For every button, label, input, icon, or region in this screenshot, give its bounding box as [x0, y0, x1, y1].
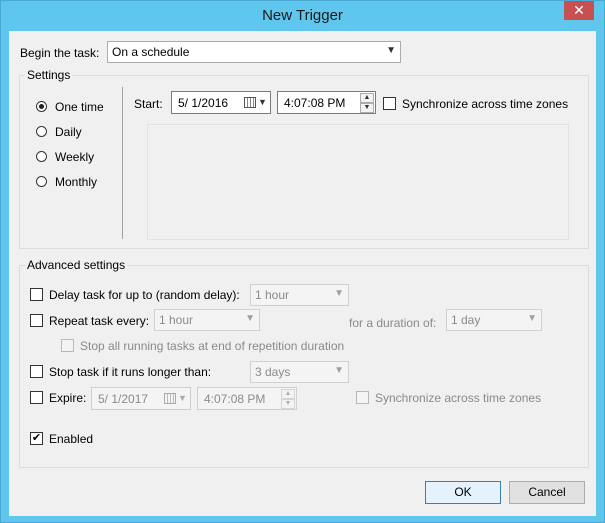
radio-monthly[interactable]: [36, 176, 47, 187]
check-icon: ✔: [31, 432, 42, 444]
delay-task-checkbox[interactable]: [30, 288, 43, 301]
chevron-down-icon: ▼: [258, 97, 267, 107]
stop-long-value: 3 days: [255, 365, 291, 379]
start-label: Start:: [134, 97, 163, 111]
expire-sync-checkbox[interactable]: [356, 391, 369, 404]
stop-long-task-label: Stop task if it runs longer than:: [49, 365, 212, 379]
expire-date-value: 5/ 1/2017: [98, 392, 149, 406]
radio-one-time[interactable]: [36, 101, 47, 112]
stop-long-task-checkbox[interactable]: [30, 365, 43, 378]
expire-checkbox[interactable]: [30, 391, 43, 404]
enabled-label: Enabled: [49, 432, 94, 446]
cancel-button[interactable]: Cancel: [509, 481, 585, 504]
calendar-icon[interactable]: [244, 97, 256, 108]
radio-monthly-label: Monthly: [55, 175, 98, 189]
ok-button[interactable]: OK: [425, 481, 501, 504]
close-button[interactable]: ✕: [564, 1, 594, 20]
window-title: New Trigger: [262, 7, 343, 24]
delay-value: 1 hour: [255, 288, 290, 302]
start-date-value: 5/ 1/2016: [178, 96, 229, 110]
radio-daily[interactable]: [36, 126, 47, 137]
stop-all-tasks-label: Stop all running tasks at end of repetit…: [80, 339, 345, 353]
chevron-down-icon: ▼: [178, 393, 187, 403]
chevron-down-icon: ▼: [386, 45, 396, 56]
begin-task-value: On a schedule: [112, 45, 190, 59]
expire-date-picker[interactable]: 5/ 1/2017 ▼: [91, 387, 191, 410]
repeat-task-label: Repeat task every:: [49, 314, 150, 328]
delay-select[interactable]: 1 hour ▼: [250, 284, 349, 306]
title-bar[interactable]: New Trigger ✕: [1, 1, 604, 31]
radio-weekly[interactable]: [36, 151, 47, 162]
begin-task-label: Begin the task:: [20, 46, 100, 60]
radio-one-time-label: One time: [55, 100, 104, 114]
schedule-options-panel: [147, 124, 569, 240]
sync-time-zones-label: Synchronize across time zones: [402, 97, 569, 111]
settings-divider: [122, 87, 123, 239]
spin-down-icon[interactable]: ▼: [360, 103, 374, 113]
enabled-checkbox[interactable]: ✔: [30, 432, 43, 445]
expire-label: Expire:: [49, 391, 87, 405]
dialog-content: Begin the task: On a schedule ▼ Settings…: [9, 31, 596, 516]
spin-up-icon[interactable]: ▲: [360, 93, 374, 103]
expire-sync-label: Synchronize across time zones: [375, 391, 542, 405]
stop-all-tasks-checkbox[interactable]: [61, 339, 74, 352]
radio-weekly-label: Weekly: [55, 150, 95, 164]
calendar-icon[interactable]: [164, 393, 176, 404]
start-time-value: 4:07:08 PM: [284, 96, 346, 110]
repeat-task-checkbox[interactable]: [30, 314, 43, 327]
sync-time-zones-checkbox[interactable]: [383, 97, 396, 110]
repeat-value: 1 hour: [159, 313, 194, 327]
repeat-select[interactable]: 1 hour ▼: [154, 309, 260, 331]
start-time-field[interactable]: 4:07:08 PM ▲ ▼: [277, 91, 376, 114]
duration-select[interactable]: 1 day ▼: [446, 309, 542, 331]
expire-time-value: 4:07:08 PM: [204, 392, 266, 406]
expire-time-field[interactable]: 4:07:08 PM ▲ ▼: [197, 387, 297, 410]
chevron-down-icon: ▼: [527, 313, 537, 324]
close-icon: ✕: [573, 2, 585, 18]
duration-value: 1 day: [451, 313, 481, 327]
chevron-down-icon: ▼: [334, 288, 344, 299]
advanced-settings-group-title: Advanced settings: [25, 258, 128, 272]
stop-long-select[interactable]: 3 days ▼: [250, 361, 349, 383]
delay-task-label: Delay task for up to (random delay):: [49, 288, 240, 302]
duration-label: for a duration of:: [349, 316, 437, 330]
chevron-down-icon: ▼: [334, 365, 344, 376]
radio-daily-label: Daily: [55, 125, 82, 139]
spin-up-icon[interactable]: ▲: [281, 389, 295, 399]
chevron-down-icon: ▼: [245, 313, 255, 324]
begin-task-select[interactable]: On a schedule ▼: [107, 41, 401, 63]
spin-down-icon[interactable]: ▼: [281, 399, 295, 409]
start-date-picker[interactable]: 5/ 1/2016 ▼: [171, 91, 271, 114]
new-trigger-window: New Trigger ✕ Begin the task: On a sched…: [0, 0, 605, 523]
settings-group-title: Settings: [25, 68, 73, 82]
